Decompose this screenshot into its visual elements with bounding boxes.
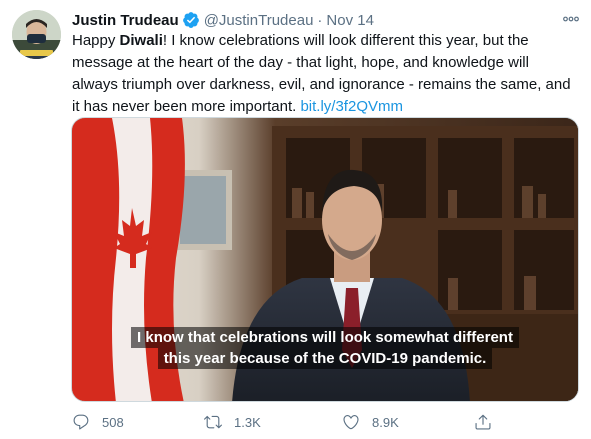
avatar[interactable] — [12, 10, 61, 59]
like-icon — [342, 413, 360, 431]
retweet-button[interactable]: 1.3K — [204, 411, 261, 433]
verified-badge-icon — [182, 11, 200, 29]
caption-line-1: I know that celebrations will look somew… — [131, 327, 519, 348]
author-handle[interactable]: @JustinTrudeau — [204, 12, 314, 29]
tweet-actions: 508 1.3K 8.9K — [72, 411, 542, 433]
caption-line-2: this year because of the COVID-19 pandem… — [157, 348, 493, 369]
tweet-text-part1: Happy — [72, 32, 120, 49]
tweet[interactable]: Justin Trudeau @JustinTrudeau · Nov 14 H… — [0, 0, 591, 439]
like-count: 8.9K — [372, 414, 399, 430]
author-name[interactable]: Justin Trudeau — [72, 12, 179, 29]
video-caption: I know that celebrations will look somew… — [72, 327, 578, 369]
share-icon — [474, 413, 492, 431]
reply-button[interactable]: 508 — [72, 411, 124, 433]
reply-icon — [72, 413, 90, 431]
tweet-text-bold: Diwali — [119, 32, 163, 49]
tweet-header: Justin Trudeau @JustinTrudeau · Nov 14 — [72, 10, 374, 30]
video-player[interactable]: I know that celebrations will look somew… — [71, 117, 579, 402]
tweet-link[interactable]: bit.ly/3f2QVmm — [300, 98, 403, 115]
share-button[interactable] — [474, 411, 492, 433]
retweet-icon — [204, 413, 222, 431]
retweet-count: 1.3K — [234, 414, 261, 430]
tweet-date[interactable]: Nov 14 — [326, 12, 374, 29]
like-button[interactable]: 8.9K — [342, 411, 399, 433]
header-separator: · — [317, 11, 323, 29]
reply-count: 508 — [102, 414, 124, 430]
more-icon[interactable] — [560, 10, 582, 28]
tweet-text: Happy Diwali! I know celebrations will l… — [72, 30, 577, 118]
